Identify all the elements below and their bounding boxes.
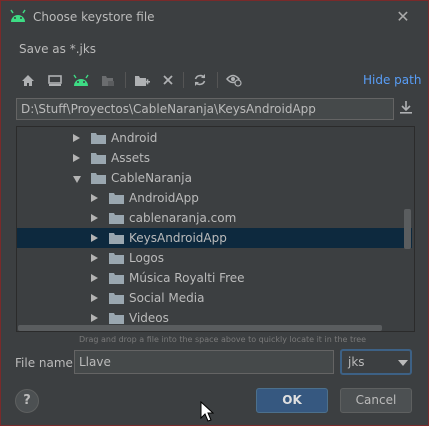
folder-icon [91, 132, 106, 144]
android-icon[interactable] [70, 69, 92, 91]
folder-icon [109, 292, 124, 304]
folder-icon [109, 192, 124, 204]
folder-tree[interactable]: Android Assets CableNaranja AndroidApp cable… [16, 126, 415, 332]
tree-row-label: cablenaranja.com [129, 211, 237, 225]
expand-arrow-right-icon[interactable] [91, 214, 98, 222]
tree-row[interactable]: Música Royalti Free [17, 268, 412, 288]
tree-row[interactable]: Android [17, 128, 412, 148]
folder-icon [91, 172, 106, 184]
tree-row[interactable]: KeysAndroidApp [17, 228, 412, 248]
expand-arrow-right-icon[interactable] [73, 154, 80, 162]
tree-row-label: Videos [129, 311, 169, 325]
expand-arrow-right-icon[interactable] [91, 314, 98, 322]
folder-icon [109, 212, 124, 224]
tree-row-label: AndroidApp [129, 191, 199, 205]
toolbar-separator [125, 72, 126, 88]
help-button[interactable]: ? [15, 389, 39, 413]
expand-arrow-right-icon[interactable] [91, 294, 98, 302]
tree-row[interactable]: CableNaranja [17, 168, 412, 188]
extension-value: jks [348, 355, 365, 369]
close-icon[interactable]: ✕ [393, 7, 413, 27]
module-icon[interactable] [97, 69, 119, 91]
expand-arrow-right-icon[interactable] [73, 134, 80, 142]
dialog-title: Choose keystore file [33, 10, 155, 24]
folder-icon [109, 312, 124, 324]
home-icon[interactable] [17, 69, 39, 91]
tree-row-label: Música Royalti Free [129, 271, 245, 285]
file-toolbar [17, 69, 417, 91]
dialog-subtitle: Save as *.jks [19, 42, 97, 56]
android-icon [9, 9, 27, 23]
expand-arrow-right-icon[interactable] [91, 274, 98, 282]
chevron-down-icon [398, 360, 408, 366]
desktop-icon[interactable] [44, 69, 66, 91]
tree-row[interactable]: Assets [17, 148, 412, 168]
cancel-button[interactable]: Cancel [340, 388, 412, 413]
expand-arrow-right-icon[interactable] [91, 234, 98, 242]
folder-icon [109, 272, 124, 284]
tree-row-label: Logos [129, 251, 165, 265]
tree-row[interactable]: cablenaranja.com [17, 208, 412, 228]
folder-icon [109, 232, 124, 244]
download-icon[interactable] [399, 99, 417, 119]
title-bar: Choose keystore file ✕ [1, 1, 428, 33]
tree-row[interactable]: Social Media [17, 288, 412, 308]
tree-row-label: Social Media [129, 291, 205, 305]
hide-path-link[interactable]: Hide path [363, 73, 421, 87]
folder-icon [109, 252, 124, 264]
delete-icon[interactable] [157, 69, 179, 91]
drag-drop-hint: Drag and drop a file into the space abov… [79, 335, 367, 344]
tree-row-label: CableNaranja [111, 171, 192, 185]
expand-arrow-right-icon[interactable] [91, 194, 98, 202]
new-folder-icon[interactable] [131, 69, 153, 91]
horizontal-scrollbar[interactable] [18, 325, 382, 331]
expand-arrow-right-icon[interactable] [91, 254, 98, 262]
file-name-input[interactable]: Llave [74, 350, 334, 374]
toolbar-separator [217, 72, 218, 88]
mouse-cursor-icon [200, 400, 215, 423]
folder-icon [91, 152, 106, 164]
tree-row-label: Android [111, 131, 158, 145]
expand-arrow-down-icon[interactable] [73, 176, 81, 183]
tree-row[interactable]: Logos [17, 248, 412, 268]
show-hidden-icon[interactable] [223, 69, 245, 91]
toolbar-separator [183, 72, 184, 88]
ok-button[interactable]: OK [256, 388, 328, 413]
tree-row-label: KeysAndroidApp [129, 231, 227, 245]
extension-select[interactable]: jks [340, 349, 412, 375]
file-name-label: File name: [15, 356, 77, 370]
refresh-icon[interactable] [189, 69, 211, 91]
tree-row-label: Assets [111, 151, 151, 165]
tree-row[interactable]: AndroidApp [17, 188, 412, 208]
vertical-scrollbar[interactable] [404, 209, 411, 249]
choose-keystore-dialog: Choose keystore file ✕ Save as *.jks Hid… [0, 0, 429, 426]
path-input[interactable]: D:\Stuff\Proyectos\CableNaranja\KeysAndr… [16, 98, 394, 120]
